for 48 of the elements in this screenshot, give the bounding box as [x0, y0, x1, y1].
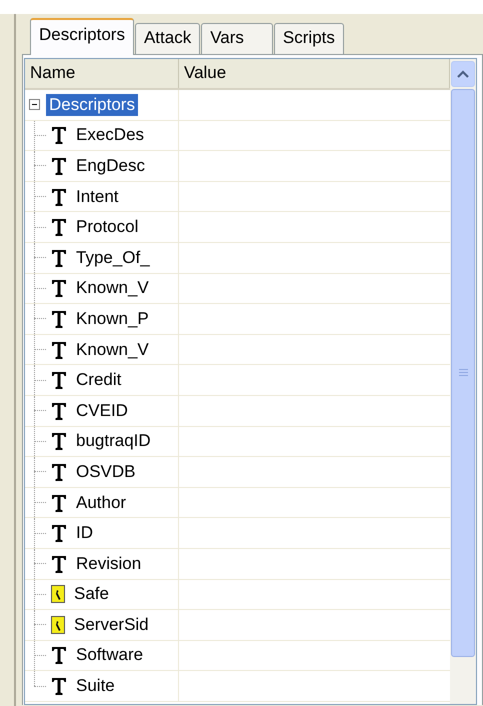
- tree-item[interactable]: Suite: [73, 675, 118, 698]
- tab[interactable]: Descriptors: [30, 18, 134, 55]
- text-type-icon: [51, 432, 67, 450]
- tree-item[interactable]: ServerSid: [71, 614, 152, 636]
- text-type-icon: [51, 188, 67, 206]
- text-type-icon: [51, 554, 67, 573]
- text-type-icon: [51, 279, 67, 298]
- tree-item[interactable]: Intent: [73, 186, 122, 208]
- boolean-type-icon: [51, 585, 65, 604]
- text-type-icon: [51, 371, 67, 390]
- tree-item[interactable]: Known_V: [73, 338, 152, 361]
- text-type-icon: [51, 218, 67, 236]
- text-type-icon: [51, 462, 67, 481]
- scroll-up-button[interactable]: [451, 61, 475, 87]
- tree-item[interactable]: ID: [73, 522, 96, 544]
- text-type-icon: [51, 248, 67, 267]
- caret-up-icon: [457, 70, 469, 78]
- text-type-icon: [51, 646, 67, 664]
- tree-item[interactable]: Known_V: [73, 277, 152, 300]
- tree-item[interactable]: Author: [73, 492, 130, 514]
- tree-item[interactable]: bugtraqID: [73, 430, 154, 452]
- tree-item[interactable]: EngDesc: [73, 154, 148, 177]
- tree-item[interactable]: Revision: [73, 552, 144, 575]
- tree-item[interactable]: OSVDB: [73, 460, 139, 483]
- tab[interactable]: Scripts: [274, 23, 344, 54]
- text-type-icon: [51, 126, 67, 144]
- text-type-icon: [51, 340, 67, 359]
- text-type-icon: [51, 677, 67, 696]
- tree-item[interactable]: Known_P: [73, 308, 152, 330]
- scrollbar-thumb[interactable]: [451, 89, 475, 657]
- tree-item[interactable]: Type_Of_: [73, 246, 153, 269]
- tab[interactable]: Vars: [201, 23, 273, 54]
- tree-item[interactable]: Software: [73, 644, 146, 666]
- tree-item[interactable]: ExecDes: [73, 124, 148, 146]
- tree-item[interactable]: CVEID: [73, 400, 131, 422]
- boolean-type-icon: [51, 616, 65, 634]
- text-type-icon: [51, 494, 67, 512]
- tree-item[interactable]: Credit: [73, 369, 124, 392]
- text-type-icon: [51, 310, 67, 328]
- tab[interactable]: Attack: [134, 23, 200, 54]
- tree-item[interactable]: Safe: [71, 583, 112, 606]
- text-type-icon: [51, 156, 67, 175]
- text-type-icon: [51, 524, 67, 542]
- collapse-icon[interactable]: [29, 99, 40, 110]
- tree-item[interactable]: Protocol: [73, 216, 142, 238]
- column-header[interactable]: Name: [25, 59, 179, 88]
- text-type-icon: [51, 402, 67, 420]
- tree-item[interactable]: Descriptors: [46, 94, 138, 116]
